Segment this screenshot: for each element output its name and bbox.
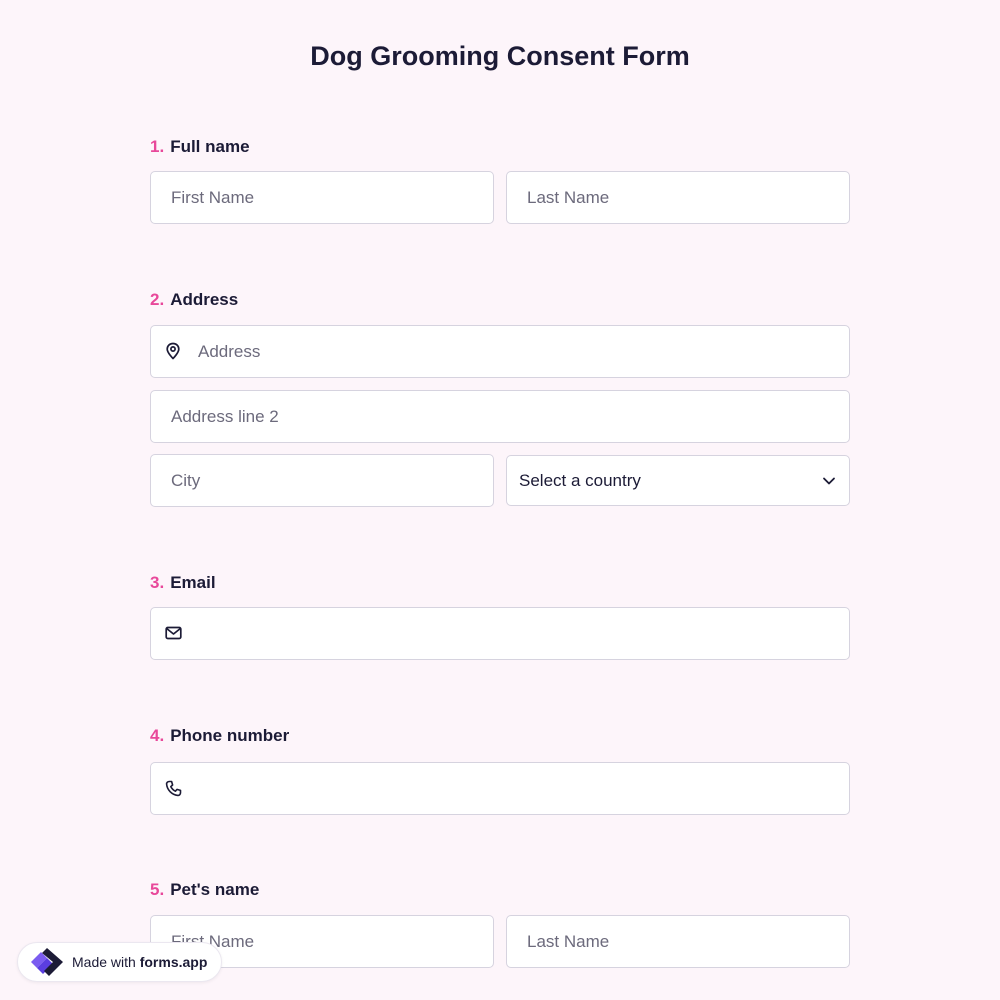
question-title: Address — [170, 290, 239, 309]
page-title: Dog Grooming Consent Form — [310, 41, 690, 71]
address-line2-input[interactable] — [150, 390, 850, 443]
question-label-pet-name: 5. Pet's name — [150, 879, 259, 901]
city-input[interactable] — [150, 454, 494, 507]
forms-app-logo-icon — [26, 945, 68, 979]
country-select[interactable]: Select a country — [506, 455, 850, 506]
badge-text: Made with forms.app — [72, 954, 207, 970]
question-label-email: 3. Email — [150, 572, 216, 594]
question-title: Full name — [170, 137, 250, 156]
question-title: Email — [170, 573, 216, 592]
question-title: Phone number — [170, 726, 290, 745]
chevron-down-icon — [821, 473, 837, 489]
pet-last-name-input[interactable] — [506, 915, 850, 968]
question-label-address: 2. Address — [150, 289, 238, 311]
question-label-phone: 4. Phone number — [150, 725, 289, 747]
badge-prefix: Made with — [72, 954, 140, 970]
first-name-input[interactable] — [150, 171, 494, 224]
question-number: 1. — [150, 137, 165, 156]
question-title: Pet's name — [170, 880, 260, 899]
question-number: 2. — [150, 290, 165, 309]
question-label-full-name: 1. Full name — [150, 136, 250, 158]
question-number: 3. — [150, 573, 165, 592]
phone-input[interactable] — [150, 762, 850, 815]
country-select-value: Select a country — [519, 470, 641, 490]
email-input[interactable] — [150, 607, 850, 660]
last-name-input[interactable] — [506, 171, 850, 224]
badge-brand: forms.app — [139, 954, 208, 970]
question-number: 5. — [150, 880, 165, 899]
address-line1-input[interactable] — [150, 325, 850, 378]
made-with-forms-app-badge[interactable]: Made with forms.app — [17, 942, 223, 982]
question-number: 4. — [150, 726, 165, 745]
